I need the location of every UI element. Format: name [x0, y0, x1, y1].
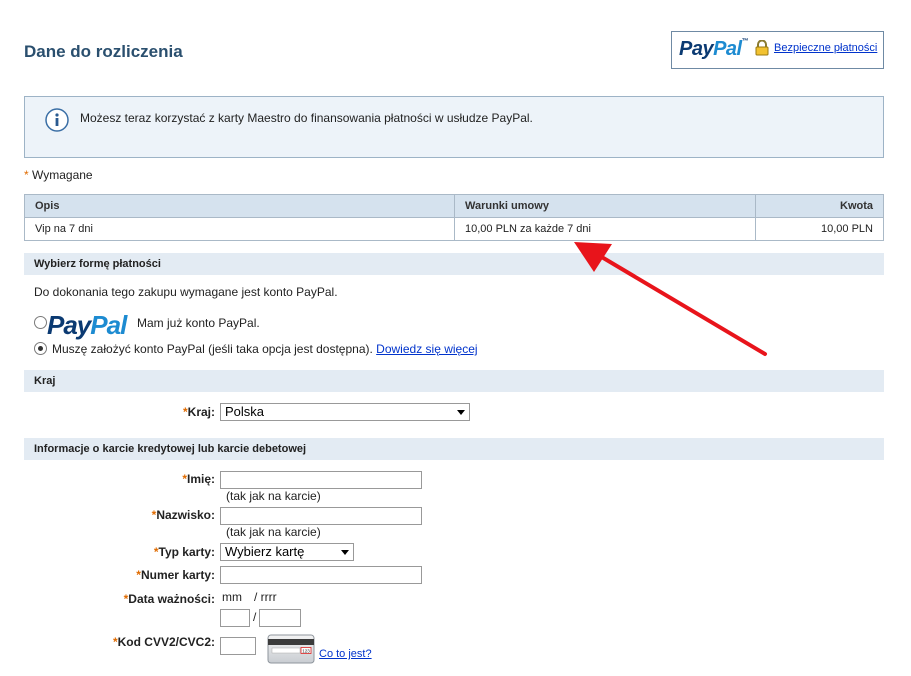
card-number-input[interactable]: [220, 566, 422, 584]
expiry-month-input[interactable]: [220, 609, 250, 627]
card-type-select[interactable]: Wybierz kartę: [220, 543, 354, 561]
last-name-input[interactable]: [220, 507, 422, 525]
expiry-year-input[interactable]: [259, 609, 301, 627]
country-label: *Kraj:: [182, 405, 215, 419]
expiry-slash: /: [253, 610, 257, 624]
column-header: Opis: [24, 194, 455, 218]
has-account-label: Mam już konto PayPal.: [137, 316, 260, 330]
first-name-label: *Imię:: [182, 472, 215, 486]
info-banner: Możesz teraz korzystać z karty Maestro d…: [24, 96, 884, 158]
create-account-option: Muszę założyć konto PayPal (jeśli taka o…: [52, 342, 478, 356]
country-select[interactable]: Polska: [220, 403, 470, 421]
table-header: Opis Warunki umowy Kwota: [24, 194, 884, 218]
last-name-hint: (tak jak na karcie): [226, 525, 321, 539]
paypal-required-note: Do dokonania tego zakupu wymagane jest k…: [34, 285, 338, 299]
info-icon: [45, 108, 69, 132]
last-name-label: *Nazwisko:: [151, 508, 215, 522]
annotation-arrow-icon: [574, 242, 767, 356]
required-note: * Wymagane: [24, 168, 93, 182]
learn-more-link[interactable]: Dowiedz się więcej: [376, 342, 477, 356]
paypal-logo-large: PayPal: [47, 310, 127, 340]
column-header: Kwota: [755, 194, 884, 218]
first-name-input[interactable]: [220, 471, 422, 489]
page-title: Dane do rozliczenia: [24, 42, 183, 61]
create-account-label: Muszę założyć konto PayPal (jeśli taka o…: [52, 342, 373, 356]
section-card-info: Informacje o karcie kredytowej lub karci…: [24, 438, 884, 460]
cvv-input[interactable]: [220, 637, 256, 655]
paypal-badge: PayPal™ Bezpieczne płatności: [671, 31, 884, 69]
radio-create-account[interactable]: [34, 342, 47, 355]
lock-icon: [755, 40, 769, 56]
order-table: Opis Warunki umowy Kwota Vip na 7 dni 10…: [24, 194, 884, 241]
cvv-label: *Kod CVV2/CVC2:: [112, 635, 215, 649]
chevron-down-icon: [341, 550, 349, 555]
table-cell: Vip na 7 dni: [24, 217, 455, 241]
expiry-format-month: mm: [222, 590, 242, 604]
radio-has-account[interactable]: [34, 316, 47, 329]
first-name-hint: (tak jak na karcie): [226, 489, 321, 503]
card-type-label: *Typ karty:: [153, 545, 215, 559]
cvv-digits: 123: [302, 648, 310, 653]
chevron-down-icon: [457, 410, 465, 415]
expiry-label: *Data ważności:: [123, 592, 215, 606]
card-back-icon: 123: [267, 634, 315, 664]
secure-payments-link[interactable]: Bezpieczne płatności: [774, 42, 877, 54]
section-country: Kraj: [24, 370, 884, 392]
card-number-label: *Numer karty:: [136, 568, 215, 582]
info-text: Możesz teraz korzystać z karty Maestro d…: [80, 111, 533, 125]
column-header: Warunki umowy: [454, 194, 756, 218]
expiry-format-year: / rrrr: [254, 590, 277, 604]
what-is-cvv-link[interactable]: Co to jest?: [319, 648, 372, 660]
paypal-logo: PayPal™: [679, 38, 749, 60]
